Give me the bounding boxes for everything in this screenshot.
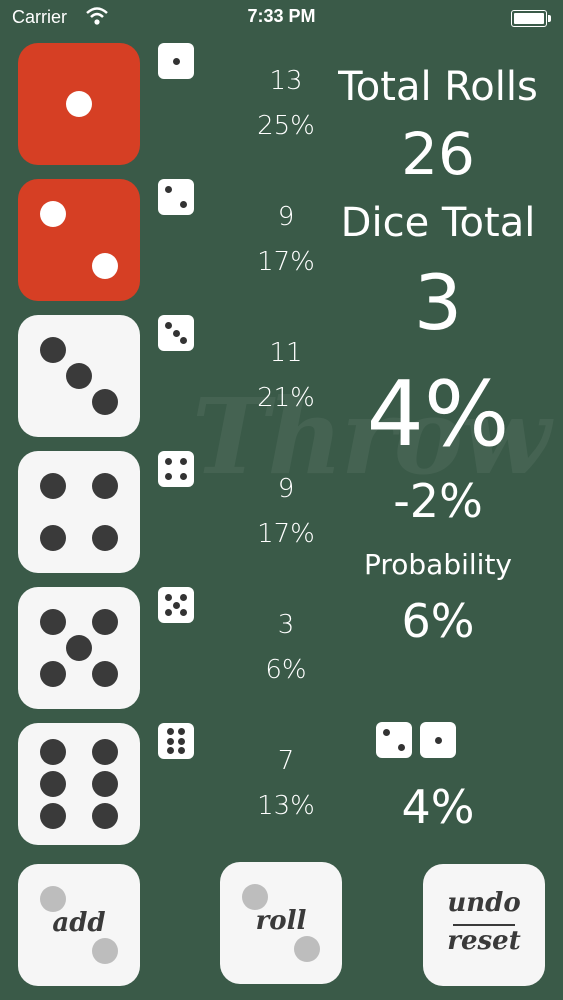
- pair-percent: 4%: [401, 780, 475, 834]
- die-face-6[interactable]: [18, 723, 140, 845]
- pip: [40, 337, 66, 363]
- undo-reset-button[interactable]: undo reset: [423, 864, 545, 986]
- face-1-count: 13: [269, 66, 303, 96]
- pip: [92, 739, 118, 765]
- pip: [92, 661, 118, 687]
- pip: [40, 525, 66, 551]
- face-5-count: 3: [277, 610, 295, 640]
- pip: [92, 473, 118, 499]
- pair-die-2-icon: [376, 722, 412, 758]
- pip: [40, 661, 66, 687]
- face-5-percent: 6%: [265, 655, 307, 685]
- dot-icon: [92, 938, 118, 964]
- pip: [40, 473, 66, 499]
- mini-die-3-icon: [158, 315, 194, 351]
- dot-icon: [294, 936, 320, 962]
- mini-die-2-icon: [158, 179, 194, 215]
- die-face-4[interactable]: [18, 451, 140, 573]
- pip: [92, 253, 118, 279]
- add-button-label: add: [52, 908, 106, 938]
- face-2-percent: 17%: [257, 247, 315, 277]
- undo-label: undo: [447, 888, 521, 918]
- face-3-count: 11: [269, 338, 303, 368]
- battery-icon: [511, 10, 551, 27]
- dice-total-percent: 4%: [366, 362, 510, 467]
- face-4-count: 9: [277, 474, 295, 504]
- pip: [40, 201, 66, 227]
- mini-die-4-icon: [158, 451, 194, 487]
- reset-label: reset: [447, 926, 521, 956]
- probability-label: Probability: [363, 548, 512, 581]
- dice-total-value: 3: [413, 258, 463, 347]
- face-3-percent: 21%: [257, 383, 315, 413]
- mini-die-1-icon: [158, 43, 194, 79]
- difference-percent: -2%: [393, 474, 483, 528]
- pip: [66, 91, 92, 117]
- pip: [40, 609, 66, 635]
- add-button[interactable]: add: [18, 864, 140, 986]
- roll-button[interactable]: roll: [220, 862, 342, 984]
- face-6-percent: 13%: [257, 791, 315, 821]
- pip: [92, 803, 118, 829]
- pip: [66, 363, 92, 389]
- pip: [40, 739, 66, 765]
- mini-die-5-icon: [158, 587, 194, 623]
- mini-die-6-icon: [158, 723, 194, 759]
- total-rolls-label: Total Rolls: [338, 64, 538, 110]
- roll-button-label: roll: [255, 906, 307, 936]
- face-2-count: 9: [277, 202, 295, 232]
- die-face-2[interactable]: [18, 179, 140, 301]
- die-face-3[interactable]: [18, 315, 140, 437]
- pip: [40, 771, 66, 797]
- pip: [92, 609, 118, 635]
- total-rolls-value: 26: [401, 120, 475, 188]
- status-bar: Carrier 7:33 PM: [0, 0, 563, 36]
- pip: [40, 803, 66, 829]
- die-face-5[interactable]: [18, 587, 140, 709]
- pip: [92, 525, 118, 551]
- face-4-percent: 17%: [257, 519, 315, 549]
- face-6-count: 7: [277, 746, 295, 776]
- probability-value: 6%: [401, 594, 475, 648]
- face-1-percent: 25%: [257, 111, 315, 141]
- pip: [66, 635, 92, 661]
- dice-total-label: Dice Total: [340, 200, 536, 246]
- die-face-1[interactable]: [18, 43, 140, 165]
- pair-die-1-icon: [420, 722, 456, 758]
- pip: [92, 771, 118, 797]
- clock: 7:33 PM: [247, 6, 316, 26]
- pip: [92, 389, 118, 415]
